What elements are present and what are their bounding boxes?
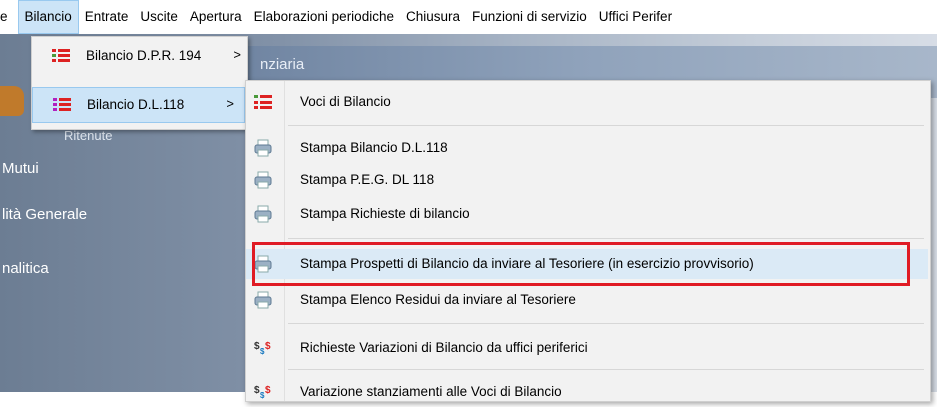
submenu-item-richieste-variazioni[interactable]: $ $ $ Richieste Variazioni di Bilancio d…: [246, 333, 928, 363]
svg-text:$: $: [265, 341, 271, 352]
menu-separator: [288, 369, 924, 370]
ritenute-icon: [0, 86, 24, 116]
print-icon: [254, 205, 272, 223]
submenu-item-label: Stampa Richieste di bilancio: [300, 206, 470, 221]
submenu-item-stampa-richieste-di-bilancio[interactable]: Stampa Richieste di bilancio: [246, 199, 928, 229]
nav-item-analitica[interactable]: nalitica: [2, 260, 49, 277]
chevron-right-icon: >: [233, 47, 241, 62]
print-icon: [254, 139, 272, 157]
submenu-item-stampa-bilancio-dl118[interactable]: Stampa Bilancio D.L.118: [246, 133, 928, 163]
dollar-icon: $ $ $: [254, 385, 271, 400]
nav-item-ritenute[interactable]: Ritenute: [64, 128, 112, 143]
submenu-item-variazione-stanziamenti[interactable]: $ $ $ Variazione stanziamenti alle Voci …: [246, 377, 928, 407]
menu-item-funzioni-di-servizio[interactable]: Funzioni di servizio: [466, 0, 593, 34]
list-icon: [53, 98, 71, 111]
menu-item-apertura[interactable]: Apertura: [184, 0, 248, 34]
submenu-item-label: Voci di Bilancio: [300, 94, 391, 109]
submenu-item-stampa-elenco-residui[interactable]: Stampa Elenco Residui da inviare al Teso…: [246, 285, 928, 315]
submenu-item-stampa-peg-dl118[interactable]: Stampa P.E.G. DL 118: [246, 165, 928, 195]
list-icon: [52, 49, 70, 62]
dropdown-item-bilancio-dl-118[interactable]: Bilancio D.L.118 >: [32, 87, 245, 123]
nav-item-mutui[interactable]: Mutui: [2, 160, 39, 177]
menu-item-entrate[interactable]: Entrate: [79, 0, 135, 34]
banner-text: nziaria: [260, 56, 305, 73]
submenu-item-voci-di-bilancio[interactable]: Voci di Bilancio: [246, 87, 928, 117]
dropdown-item-label: Bilancio D.P.R. 194: [86, 48, 202, 63]
submenu-item-label: Stampa Elenco Residui da inviare al Teso…: [300, 292, 576, 307]
submenu-item-label: Stampa P.E.G. DL 118: [300, 172, 435, 187]
menu-item-uscite[interactable]: Uscite: [134, 0, 184, 34]
dollar-icon: $ $ $: [254, 341, 271, 356]
menu-bar: e Bilancio Entrate Uscite Apertura Elabo…: [0, 0, 937, 34]
menu-item-chiusura[interactable]: Chiusura: [400, 0, 466, 34]
menu-item-partial[interactable]: e: [0, 0, 18, 34]
submenu-item-label: Richieste Variazioni di Bilancio da uffi…: [300, 340, 588, 355]
print-icon: [254, 171, 272, 189]
menu-item-bilancio[interactable]: Bilancio: [17, 0, 79, 34]
menu-item-elaborazioni-periodiche[interactable]: Elaborazioni periodiche: [248, 0, 400, 34]
svg-text:$: $: [265, 385, 271, 396]
menu-separator: [288, 238, 924, 239]
bilancio-dropdown: Bilancio D.P.R. 194 > Bilancio D.L.118 >: [31, 36, 248, 130]
submenu-item-label: Stampa Bilancio D.L.118: [300, 140, 448, 155]
menu-separator: [288, 125, 924, 126]
bilancio-dl118-submenu: Voci di Bilancio Stampa Bilancio D.L.118…: [245, 80, 931, 402]
print-icon: [254, 291, 272, 309]
chevron-right-icon: >: [226, 96, 234, 111]
annotation-highlight-box: [252, 242, 910, 286]
menu-item-uffici-periferici[interactable]: Uffici Perifer: [593, 0, 678, 34]
nav-item-contabilita-generale[interactable]: lità Generale: [2, 206, 87, 223]
list-icon: [254, 95, 272, 109]
dropdown-item-label: Bilancio D.L.118: [87, 97, 185, 112]
menu-separator: [288, 323, 924, 324]
dropdown-item-bilancio-dpr-194[interactable]: Bilancio D.P.R. 194 >: [32, 39, 245, 75]
